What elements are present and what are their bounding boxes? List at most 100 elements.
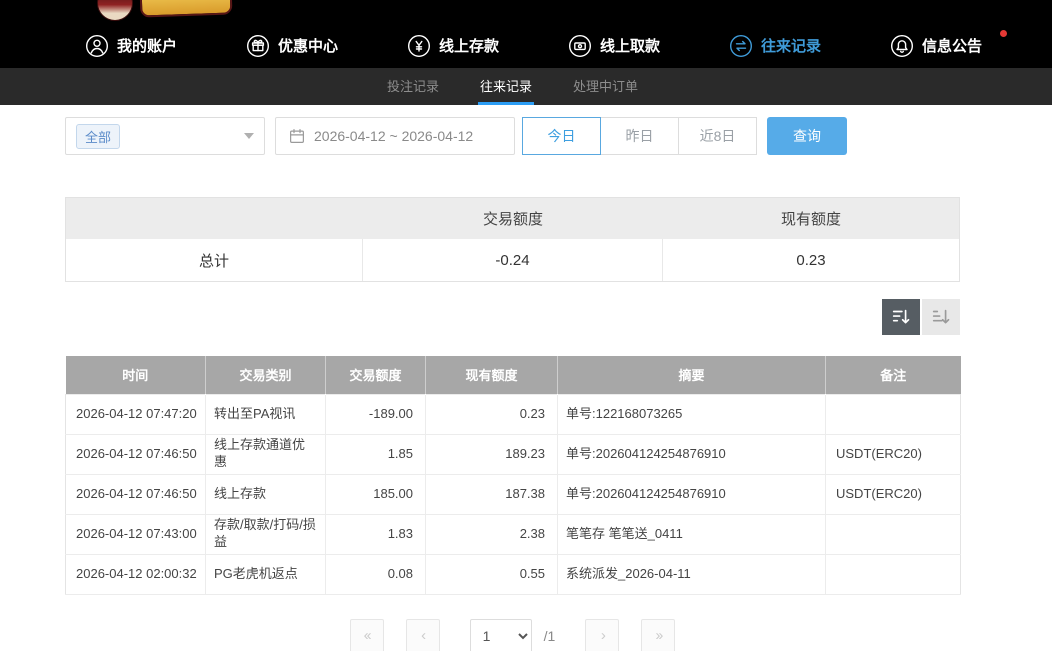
records-table: 时间 交易类别 交易额度 现有额度 摘要 备注 2026-04-12 07:47… [65,356,961,595]
col-header-remark: 备注 [826,356,961,394]
sub-tab-bar: 投注记录 往来记录 处理中订单 [0,68,1052,105]
nav-label: 信息公告 [922,35,982,56]
sort-desc-button[interactable] [882,299,920,335]
cell-type: 线上存款 [206,474,326,514]
cell-remark [826,394,961,434]
col-header-type: 交易类别 [206,356,326,394]
cell-remark [826,554,961,594]
sort-controls [65,299,960,335]
first-page-button[interactable]: ‹‹ [350,619,384,651]
col-header-time: 时间 [66,356,206,394]
cell-time: 2026-04-12 07:46:50 [66,474,206,514]
chevron-down-icon [244,133,254,139]
type-filter-dropdown[interactable]: 全部 [65,117,265,155]
table-row: 2026-04-12 07:47:20 转出至PA视讯 -189.00 0.23… [66,394,961,434]
last-page-button[interactable]: ›› [641,619,675,651]
date-range-value: 2026-04-12 ~ 2026-04-12 [314,128,473,144]
cell-amount: 0.08 [326,554,426,594]
cell-time: 2026-04-12 02:00:32 [66,554,206,594]
cell-type: 转出至PA视讯 [206,394,326,434]
announcement-icon [890,34,914,58]
cell-balance: 189.23 [426,434,558,474]
col-header-summary: 摘要 [558,356,826,394]
site-logo[interactable] [0,0,1052,23]
user-icon [85,34,109,58]
summary-total-balance: 0.23 [663,239,959,281]
top-header: 我的账户 优惠中心 线上存款 线上取款 往来记录 信息公告 [0,0,1052,68]
table-row: 2026-04-12 07:43:00 存款/取款/打码/损益 1.83 2.3… [66,514,961,554]
cell-summary: 单号:202604124254876910 [558,434,826,474]
col-header-balance: 现有额度 [426,356,558,394]
calendar-icon [288,127,306,145]
cell-type: 线上存款通道优惠 [206,434,326,474]
cell-balance: 2.38 [426,514,558,554]
nav-item-promotions[interactable]: 优惠中心 [246,34,351,58]
query-button[interactable]: 查询 [767,117,847,155]
filter-row: 全部 2026-04-12 ~ 2026-04-12 今日 昨日 近8日 查询 [65,117,960,155]
table-row: 2026-04-12 07:46:50 线上存款 185.00 187.38 单… [66,474,961,514]
cell-remark: USDT(ERC20) [826,434,961,474]
cell-time: 2026-04-12 07:46:50 [66,434,206,474]
cell-amount: 1.85 [326,434,426,474]
cell-amount: 1.83 [326,514,426,554]
sort-asc-button[interactable] [922,299,960,335]
summary-header-empty [66,198,363,239]
cell-type: 存款/取款/打码/损益 [206,514,326,554]
summary-total-transaction: -0.24 [363,239,663,281]
table-header-row: 时间 交易类别 交易额度 现有额度 摘要 备注 [66,356,961,394]
records-icon [729,34,753,58]
nav-item-my-account[interactable]: 我的账户 [85,34,190,58]
nav-item-transaction-records[interactable]: 往来记录 [729,34,834,58]
cell-type: PG老虎机返点 [206,554,326,594]
tab-betting-records[interactable]: 投注记录 [385,68,441,105]
sort-asc-icon [930,306,952,328]
table-row: 2026-04-12 02:00:32 PG老虎机返点 0.08 0.55 系统… [66,554,961,594]
cell-amount: -189.00 [326,394,426,434]
logo-mascot-icon [97,0,133,21]
cell-summary: 单号:202604124254876910 [558,474,826,514]
quick-range-yesterday-button[interactable]: 昨日 [600,117,679,155]
logo-wordmark [140,0,233,18]
cell-remark: USDT(ERC20) [826,474,961,514]
nav-label: 我的账户 [117,35,177,56]
summary-total-label: 总计 [66,239,363,281]
cell-summary: 单号:122168073265 [558,394,826,434]
notification-dot [1000,30,1007,37]
cell-summary: 系统派发_2026-04-11 [558,554,826,594]
quick-range-8days-button[interactable]: 近8日 [678,117,757,155]
col-header-amount: 交易额度 [326,356,426,394]
cell-remark [826,514,961,554]
table-row: 2026-04-12 07:46:50 线上存款通道优惠 1.85 189.23… [66,434,961,474]
summary-header-balance: 现有额度 [663,198,959,239]
page-number-select[interactable]: 1 [470,619,532,651]
main-content: 全部 2026-04-12 ~ 2026-04-12 今日 昨日 近8日 查询 … [65,117,960,651]
date-range-picker[interactable]: 2026-04-12 ~ 2026-04-12 [275,117,515,155]
nav-label: 线上取款 [600,35,660,56]
tab-transaction-records[interactable]: 往来记录 [478,68,534,105]
deposit-icon [407,34,431,58]
nav-item-online-withdraw[interactable]: 线上取款 [568,34,673,58]
nav-label: 线上存款 [439,35,499,56]
cell-summary: 笔笔存 笔笔送_0411 [558,514,826,554]
summary-header-transaction: 交易额度 [363,198,663,239]
cell-time: 2026-04-12 07:43:00 [66,514,206,554]
tab-processing-orders[interactable]: 处理中订单 [571,68,640,105]
cell-balance: 0.55 [426,554,558,594]
quick-range-today-button[interactable]: 今日 [522,117,601,155]
sort-desc-icon [890,306,912,328]
total-pages-label: /1 [544,628,556,644]
nav-label: 优惠中心 [278,35,338,56]
cell-balance: 187.38 [426,474,558,514]
withdraw-icon [568,34,592,58]
cell-amount: 185.00 [326,474,426,514]
cell-balance: 0.23 [426,394,558,434]
quick-range-group: 今日 昨日 近8日 [523,117,757,155]
main-nav: 我的账户 优惠中心 线上存款 线上取款 往来记录 信息公告 [0,23,1052,68]
next-page-button[interactable]: › [585,619,619,651]
type-filter-chip: 全部 [76,124,120,149]
gift-icon [246,34,270,58]
nav-label: 往来记录 [761,35,821,56]
prev-page-button[interactable]: ‹ [406,619,440,651]
nav-item-online-deposit[interactable]: 线上存款 [407,34,512,58]
nav-item-announcements[interactable]: 信息公告 [890,34,995,58]
